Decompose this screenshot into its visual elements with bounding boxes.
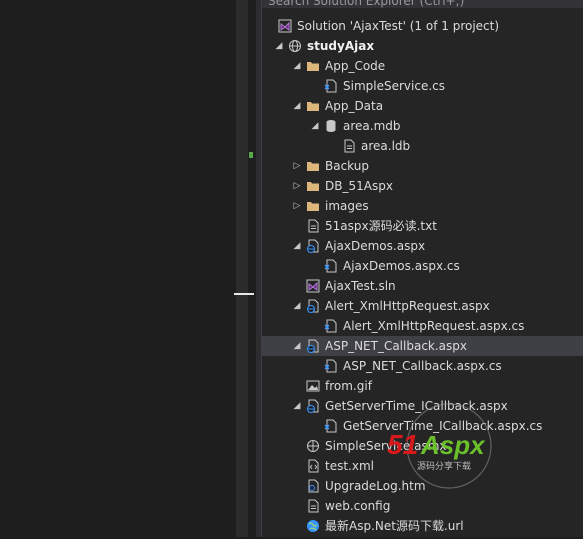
tree-item-label: Solution 'AjaxTest' (1 of 1 project) — [297, 19, 500, 33]
cs-file-icon — [324, 79, 338, 93]
svg-text:Aspx: Aspx — [420, 430, 486, 460]
tree-item-label: Backup — [325, 159, 369, 173]
svg-text:源码分享下载: 源码分享下载 — [417, 460, 471, 472]
tree-item[interactable]: Solution 'AjaxTest' (1 of 1 project) — [262, 16, 583, 36]
solution-icon — [278, 19, 292, 33]
change-marker — [249, 152, 253, 158]
tree-item[interactable]: Alert_XmlHttpRequest.aspx.cs — [262, 316, 583, 336]
solution-icon — [306, 279, 320, 293]
folder-icon — [306, 159, 320, 173]
config-file-icon — [306, 499, 320, 513]
aspx-page-icon — [306, 239, 320, 253]
tree-item-label: AjaxDemos.aspx — [325, 239, 426, 253]
tree-item-label: Alert_XmlHttpRequest.aspx — [325, 299, 490, 313]
file-icon — [342, 139, 356, 153]
html-file-icon — [306, 479, 320, 493]
watermark-logo: 51 Aspx 源码分享下载 — [387, 403, 492, 489]
web-project-icon — [288, 39, 302, 53]
expand-chevron-icon[interactable]: ◢ — [292, 396, 302, 416]
aspx-page-icon — [306, 399, 320, 413]
tree-item-label: App_Code — [325, 59, 386, 73]
web-service-icon — [306, 439, 320, 453]
scroll-position-indicator — [234, 293, 254, 295]
aspx-page-icon — [306, 339, 320, 353]
url-globe-icon — [306, 519, 320, 533]
tree-item[interactable]: ◢ AjaxDemos.aspx — [262, 236, 583, 256]
tree-item-label: 最新Asp.Net源码下载.url — [325, 519, 464, 533]
image-file-icon — [306, 379, 320, 393]
folder-icon — [306, 199, 320, 213]
tree-item-label: test.xml — [325, 459, 374, 473]
tree-item[interactable]: ◢ studyAjax — [262, 36, 583, 56]
xml-file-icon — [306, 459, 320, 473]
scrollbar-overview — [248, 0, 256, 537]
expand-chevron-icon[interactable]: ◢ — [292, 96, 302, 116]
tree-item-label: Alert_XmlHttpRequest.aspx.cs — [343, 319, 525, 333]
tree-item[interactable]: web.config — [262, 496, 583, 516]
database-icon — [324, 119, 338, 133]
tree-item[interactable]: ◢ App_Data — [262, 96, 583, 116]
tree-item[interactable]: 最新Asp.Net源码下载.url — [262, 516, 583, 536]
folder-icon — [306, 59, 320, 73]
tree-item-label: App_Data — [325, 99, 384, 113]
tree-item-label: 51aspx源码必读.txt — [325, 219, 437, 233]
expand-chevron-icon[interactable]: ◢ — [292, 296, 302, 316]
tree-item-label: AjaxTest.sln — [325, 279, 396, 293]
collapse-chevron-icon[interactable]: ▷ — [292, 196, 302, 216]
tree-item-label: images — [325, 199, 369, 213]
search-input[interactable]: Search Solution Explorer (Ctrl+;) — [262, 0, 583, 8]
tree-item[interactable]: ▷ DB_51Aspx — [262, 176, 583, 196]
cs-file-icon — [324, 359, 338, 373]
folder-icon — [306, 99, 320, 113]
tree-item[interactable]: area.ldb — [262, 136, 583, 156]
cs-file-icon — [324, 259, 338, 273]
aspx-page-icon — [306, 299, 320, 313]
expand-chevron-icon[interactable]: ◢ — [274, 36, 284, 56]
svg-text:51: 51 — [387, 429, 418, 460]
collapse-chevron-icon[interactable]: ▷ — [292, 156, 302, 176]
tree-item-label: SimpleService.cs — [343, 79, 445, 93]
tree-item[interactable]: from.gif — [262, 376, 583, 396]
tree-item-label: AjaxDemos.aspx.cs — [343, 259, 460, 273]
expand-chevron-icon[interactable]: ◢ — [292, 56, 302, 76]
tree-item[interactable]: AjaxDemos.aspx.cs — [262, 256, 583, 276]
tree-item[interactable]: ▷ images — [262, 196, 583, 216]
folder-icon — [306, 179, 320, 193]
editor-area — [0, 0, 236, 537]
tree-item[interactable]: ▷ Backup — [262, 156, 583, 176]
tree-item[interactable]: AjaxTest.sln — [262, 276, 583, 296]
tree-item[interactable]: SimpleService.cs — [262, 76, 583, 96]
cs-file-icon — [324, 419, 338, 433]
tree-item-label: from.gif — [325, 379, 372, 393]
tree-item[interactable]: 51aspx源码必读.txt — [262, 216, 583, 236]
tree-item[interactable]: ◢ Alert_XmlHttpRequest.aspx — [262, 296, 583, 316]
tree-item-label: ASP_NET_Callback.aspx.cs — [343, 359, 502, 373]
expand-chevron-icon[interactable]: ◢ — [310, 116, 320, 136]
vertical-scrollbar[interactable] — [236, 0, 248, 537]
expand-chevron-icon[interactable]: ◢ — [292, 236, 302, 256]
tree-item-label: area.ldb — [361, 139, 411, 153]
tree-item[interactable]: ASP_NET_Callback.aspx.cs — [262, 356, 583, 376]
tree-item[interactable]: ◢ ASP_NET_Callback.aspx — [262, 336, 583, 356]
expand-chevron-icon[interactable]: ◢ — [292, 336, 302, 356]
tree-item[interactable]: ◢ App_Code — [262, 56, 583, 76]
collapse-chevron-icon[interactable]: ▷ — [292, 176, 302, 196]
tree-item-label: area.mdb — [343, 119, 401, 133]
tree-item-label: ASP_NET_Callback.aspx — [325, 339, 468, 353]
tree-item[interactable]: ◢ area.mdb — [262, 116, 583, 136]
tree-item-label: DB_51Aspx — [325, 179, 393, 193]
tree-item-label: web.config — [325, 499, 391, 513]
tree-item-label: studyAjax — [307, 39, 375, 53]
cs-file-icon — [324, 319, 338, 333]
text-file-icon — [306, 219, 320, 233]
